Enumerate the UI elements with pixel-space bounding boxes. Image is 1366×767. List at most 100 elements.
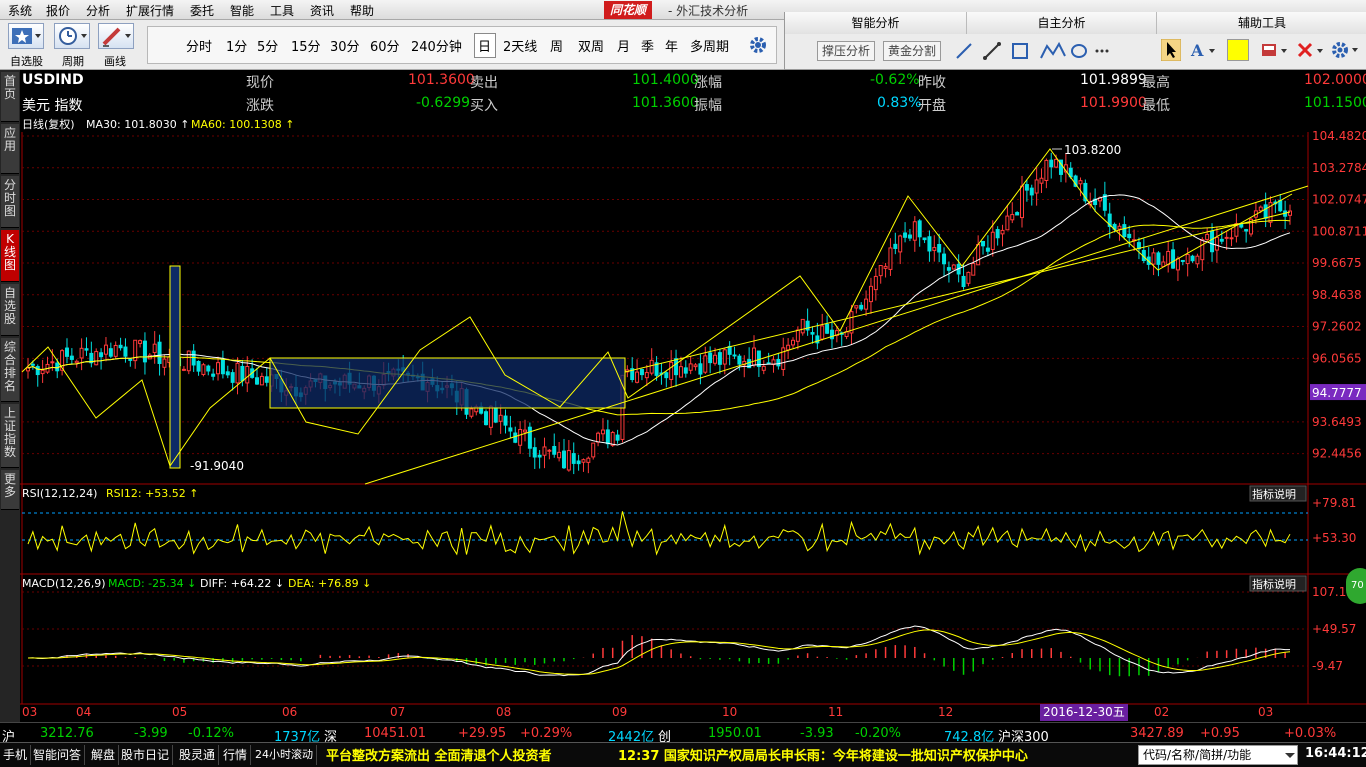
nav-timeshare[interactable]: 分时图 bbox=[1, 176, 19, 228]
candle-body bbox=[737, 355, 742, 365]
bottom-item[interactable]: 行情 bbox=[220, 745, 252, 765]
field-value: 101.9899 bbox=[1080, 72, 1147, 88]
candle-body bbox=[864, 298, 869, 310]
ma60-legend: MA60: 100.1308 ↑ bbox=[191, 118, 294, 131]
menu-smart[interactable]: 智能 bbox=[230, 2, 254, 19]
candle-body bbox=[1122, 224, 1127, 238]
window-title: - 外汇技术分析 bbox=[668, 4, 749, 18]
candle-body bbox=[1127, 233, 1132, 239]
tab-self-analysis[interactable]: 自主分析 bbox=[967, 12, 1157, 34]
float-badge[interactable]: 70 bbox=[1346, 568, 1366, 604]
menu-system[interactable]: 系统 bbox=[8, 2, 32, 19]
menu-quote[interactable]: 报价 bbox=[46, 2, 70, 19]
news-headline[interactable]: 12:37 国家知识产权局局长申长雨：今年将建设一批知识产权保护中心 bbox=[618, 745, 1028, 764]
period-tab[interactable]: 分时 bbox=[186, 36, 212, 55]
gear-icon[interactable] bbox=[748, 35, 768, 55]
bottom-item[interactable]: 股市日记 bbox=[118, 745, 174, 765]
candle-body bbox=[995, 229, 1000, 239]
nav-home[interactable]: 首页 bbox=[1, 72, 19, 122]
period-tab[interactable]: 月 bbox=[617, 36, 630, 55]
candle-body bbox=[264, 376, 269, 383]
candle-body bbox=[1020, 185, 1025, 219]
x-axis-label: 05 bbox=[172, 705, 187, 719]
candle-body bbox=[688, 363, 693, 371]
search-input[interactable]: 代码/名称/简拼/功能 bbox=[1138, 745, 1298, 765]
candle-body bbox=[683, 367, 688, 374]
menu-info[interactable]: 资讯 bbox=[310, 2, 334, 19]
favorites-button[interactable] bbox=[8, 23, 44, 49]
field-label: 最高 bbox=[1142, 75, 1170, 91]
nav-more[interactable]: 更多 bbox=[1, 470, 19, 510]
period-tab[interactable]: 周 bbox=[550, 36, 563, 55]
bottom-item[interactable]: 解盘 bbox=[88, 745, 120, 765]
tab-smart-analysis[interactable]: 智能分析 bbox=[785, 12, 967, 34]
delete-icon[interactable] bbox=[1295, 40, 1329, 60]
nav-watchlist[interactable]: 自选股 bbox=[1, 284, 19, 336]
candle-body bbox=[128, 358, 133, 361]
candle-body bbox=[220, 359, 225, 375]
candle-body bbox=[1117, 225, 1122, 230]
drawline-button[interactable] bbox=[98, 23, 134, 49]
nav-shanghai-index[interactable]: 上证指数 bbox=[1, 404, 19, 468]
candle-body bbox=[1278, 199, 1283, 212]
menu-extended-quote[interactable]: 扩展行情 bbox=[126, 2, 174, 19]
dropdown-arrow-icon[interactable] bbox=[1283, 748, 1297, 762]
menu-tools[interactable]: 工具 bbox=[270, 2, 294, 19]
menu-trade[interactable]: 委托 bbox=[190, 2, 214, 19]
menu-help[interactable]: 帮助 bbox=[350, 2, 374, 19]
cy-percent: -0.20% bbox=[855, 726, 901, 741]
candle-body bbox=[108, 348, 113, 357]
period-tab[interactable]: 30分 bbox=[330, 36, 360, 55]
period-tab[interactable]: 15分 bbox=[291, 36, 321, 55]
color-swatch[interactable] bbox=[1227, 39, 1249, 61]
candle-body bbox=[138, 340, 143, 344]
period-tab[interactable]: 60分 bbox=[370, 36, 400, 55]
erase-icon[interactable] bbox=[1259, 40, 1293, 60]
bottom-item[interactable]: 股灵通 bbox=[176, 745, 220, 765]
golden-section-button[interactable]: 黄金分割 bbox=[883, 41, 942, 61]
support-resistance-button[interactable]: 撑压分析 bbox=[817, 41, 876, 61]
period-tab[interactable]: 多周期 bbox=[690, 36, 729, 55]
period-tab[interactable]: 季 bbox=[641, 36, 654, 55]
rect-icon[interactable] bbox=[1012, 43, 1028, 59]
candle-body bbox=[64, 347, 69, 357]
tab-assist-tools[interactable]: 辅助工具 bbox=[1157, 12, 1366, 34]
period-tab[interactable]: 双周 bbox=[578, 36, 604, 55]
menu-analysis[interactable]: 分析 bbox=[86, 2, 110, 19]
candle-body bbox=[537, 454, 542, 458]
ray-icon[interactable] bbox=[983, 42, 1001, 60]
candle-body bbox=[1029, 187, 1034, 196]
hs300-index: 3427.89 bbox=[1130, 726, 1184, 741]
left-nav: 首页 应用 分时图 K线图 自选股 综合排名 上证指数 更多 bbox=[0, 70, 20, 722]
candle-body bbox=[1244, 229, 1249, 232]
hs300-percent: +0.03% bbox=[1284, 726, 1337, 741]
nav-ranking[interactable]: 综合排名 bbox=[1, 338, 19, 402]
bottom-item[interactable]: 智能问答 bbox=[30, 745, 86, 765]
nav-apps[interactable]: 应用 bbox=[1, 124, 19, 174]
nav-kline[interactable]: K线图 bbox=[1, 230, 19, 282]
line-icon[interactable] bbox=[956, 43, 972, 59]
period-tab[interactable]: 2天线 bbox=[503, 36, 537, 55]
period-tab[interactable]: 1分 bbox=[226, 36, 247, 55]
period-tab-selected[interactable]: 日 bbox=[478, 36, 491, 55]
candle-body bbox=[84, 348, 89, 351]
candle-body bbox=[1151, 252, 1156, 265]
settings-icon[interactable] bbox=[1331, 40, 1363, 60]
x-axis-label: 02 bbox=[1154, 705, 1169, 719]
macd-title: MACD(12,26,9) bbox=[22, 577, 106, 590]
more-icon[interactable] bbox=[1095, 49, 1109, 53]
period-tab[interactable]: 240分钟 bbox=[411, 36, 462, 55]
period-tab[interactable]: 年 bbox=[665, 36, 678, 55]
cursor-icon[interactable] bbox=[1161, 39, 1181, 61]
period-tab[interactable]: 5分 bbox=[257, 36, 278, 55]
wave-icon[interactable] bbox=[1040, 41, 1066, 59]
period-button[interactable] bbox=[54, 23, 90, 49]
bottom-item[interactable]: 手机 bbox=[0, 745, 32, 765]
circle-icon[interactable] bbox=[1071, 44, 1087, 58]
bottom-item[interactable]: 24小时滚动 bbox=[252, 745, 317, 765]
text-icon[interactable]: A bbox=[1189, 40, 1219, 60]
news-ticker[interactable]: 平台整改方案流出 全面清退个人投资者 bbox=[326, 745, 552, 764]
candle-body bbox=[1263, 204, 1268, 219]
candle-body bbox=[1010, 214, 1015, 221]
candle-body bbox=[903, 232, 908, 238]
